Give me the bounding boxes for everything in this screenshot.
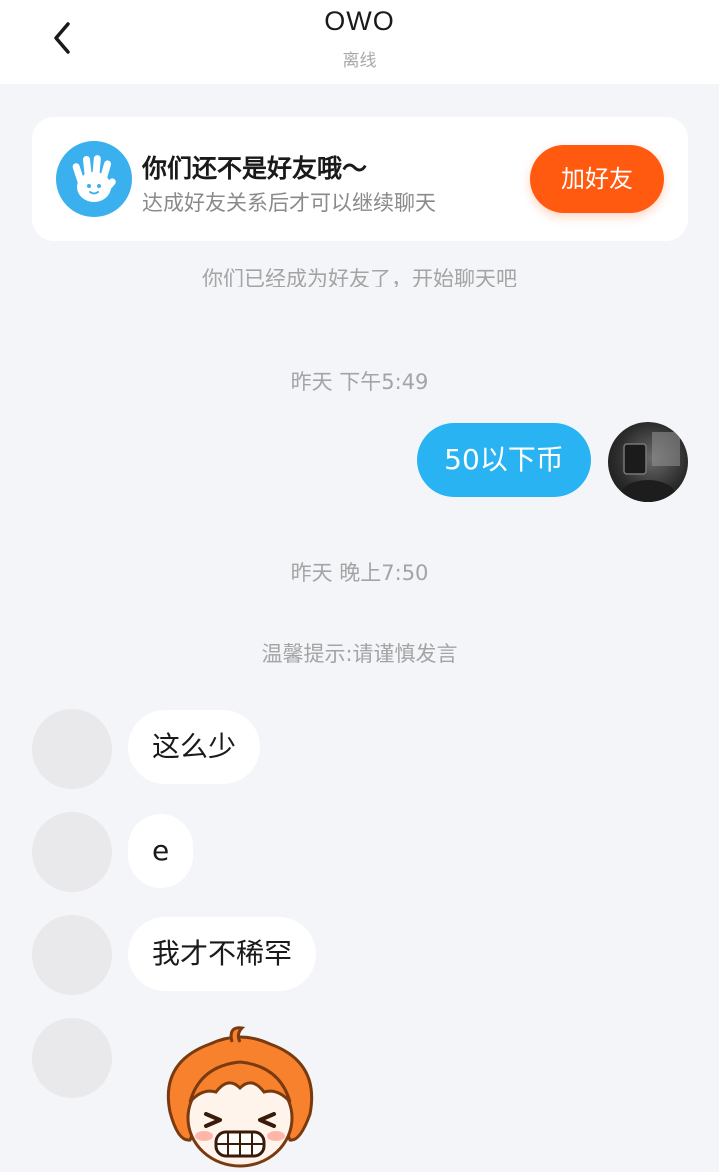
online-status: 离线 (342, 51, 377, 71)
friend-notice-clip: 你们已经成为好友了，开始聊天吧 (0, 241, 719, 287)
timestamp: 昨天 下午5:49 (290, 370, 429, 394)
add-friend-button[interactable]: 加好友 (530, 145, 664, 213)
safety-tip: 温馨提示:请谨慎发言 (261, 642, 458, 666)
outgoing-message[interactable]: 50以下币 (417, 423, 591, 497)
angry-face-sticker-icon (166, 1026, 314, 1168)
banner-title: 你们还不是好友哦～ (142, 154, 368, 183)
chat-title: OWO (324, 6, 395, 36)
not-friend-banner: 你们还不是好友哦～ 达成好友关系后才可以继续聊天 加好友 (32, 117, 688, 241)
friend-notice: 你们已经成为好友了，开始聊天吧 (202, 267, 517, 287)
avatar[interactable] (32, 1018, 112, 1098)
incoming-message[interactable]: e (128, 814, 194, 888)
avatar[interactable] (32, 709, 112, 789)
top-bar: OWO 离线 (0, 0, 719, 84)
incoming-message[interactable]: 我才不稀罕 (128, 917, 317, 991)
avatar[interactable] (32, 915, 112, 995)
my-avatar[interactable] (608, 422, 688, 502)
avatar[interactable] (32, 812, 112, 892)
sticker-message[interactable] (150, 1022, 330, 1172)
banner-description: 达成好友关系后才可以继续聊天 (142, 191, 436, 215)
waving-hand-icon (56, 141, 132, 217)
timestamp: 昨天 晚上7:50 (290, 561, 429, 585)
incoming-message[interactable]: 这么少 (128, 710, 261, 784)
